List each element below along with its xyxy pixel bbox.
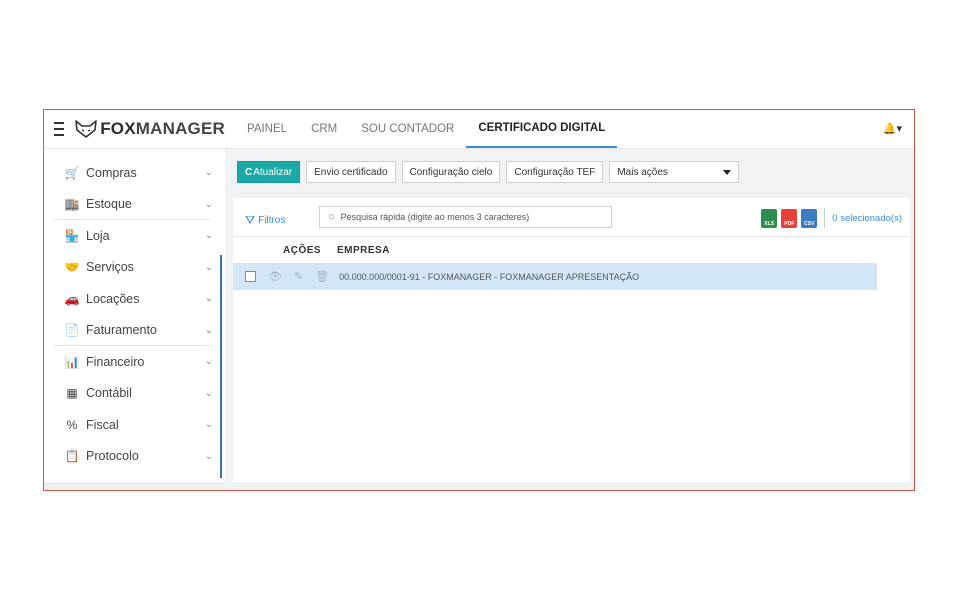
edit-icon[interactable]: ✎	[294, 270, 303, 283]
export-pdf-icon[interactable]: PDF	[781, 208, 798, 228]
column-header-actions[interactable]: AÇÕES	[283, 245, 321, 256]
sidebar-item-label: Contábil	[86, 386, 132, 401]
sidebar-item-locacoes[interactable]: 🚗 Locações ⌄	[44, 283, 225, 315]
fox-logo-icon	[75, 120, 98, 138]
sidebar-item-label: Fiscal	[86, 417, 119, 432]
tab-certificado-digital[interactable]: CERTIFICADO DIGITAL	[466, 110, 618, 148]
cart-icon: 🛒	[64, 165, 80, 180]
trash-icon[interactable]: 🗑	[315, 270, 329, 283]
notifications-bell-icon[interactable]: 🔔▾	[883, 122, 902, 135]
sidebar-item-compras[interactable]: 🛒 Compras ⌄	[44, 157, 225, 189]
store-icon: 🏪	[64, 228, 80, 243]
top-navigation: PAINEL CRM SOU CONTADOR CERTIFICADO DIGI…	[225, 110, 914, 149]
search-icon: ○	[328, 211, 335, 223]
more-actions-label: Mais ações	[617, 166, 668, 178]
sidebar-item-faturamento[interactable]: 📄 Faturamento ⌄	[44, 315, 225, 347]
filter-icon: ⛛	[245, 213, 256, 227]
toolbar: C Atualizar Envio certificado Configuraçã…	[237, 161, 740, 183]
sidebar-item-label: Faturamento	[86, 323, 157, 338]
cielo-config-button[interactable]: Configuração cielo	[401, 161, 501, 183]
list-card: ⛛ Filtros ○ Pesquisa rápida (digite ao men…	[233, 198, 910, 482]
refresh-label: Atualizar	[253, 166, 293, 178]
chevron-down-icon: ⌄	[204, 198, 213, 210]
sidebar-scrollbar[interactable]	[220, 255, 222, 478]
send-certificate-button[interactable]: Envio certificado	[306, 161, 396, 183]
sidebar-item-label: Serviços	[86, 260, 134, 275]
search-placeholder: Pesquisa rápida (digite ao menos 3 carac…	[340, 212, 530, 222]
warehouse-icon: 🏬	[64, 197, 80, 212]
chevron-down-icon: ⌄	[204, 261, 213, 273]
sidebar-menu: 🛒 Compras ⌄ 🏬 Estoque ⌄ 🏪 Loja ⌄ 🤝 Serviços ⌄ 🚗 L…	[44, 149, 225, 472]
export-csv-icon[interactable]: CSV	[801, 208, 818, 228]
chevron-down-icon: ⌄	[204, 387, 213, 399]
logo-text-fox: FOX	[100, 119, 136, 138]
sidebar-footer-bar	[44, 483, 225, 490]
filters-button[interactable]: ⛛ Filtros	[245, 213, 285, 228]
row-checkbox[interactable]	[245, 271, 256, 282]
sidebar-item-contabil[interactable]: ▦ Contábil ⌄	[44, 378, 225, 410]
view-eye-icon[interactable]: 👁	[268, 270, 282, 283]
sidebar-item-label: Financeiro	[86, 354, 145, 369]
sidebar-item-label: Estoque	[86, 197, 132, 212]
sidebar-item-label: Loja	[86, 228, 110, 243]
chevron-down-icon: ⌄	[204, 419, 213, 431]
chevron-down-icon: ⌄	[204, 450, 213, 462]
more-actions-select[interactable]: Mais ações	[609, 161, 740, 183]
app-window: FOX MANAGER 🛒 Compras ⌄ 🏬 Estoque ⌄ 🏪 Loja ⌄ 🤝 S…	[43, 109, 915, 491]
percent-icon: %	[66, 417, 78, 432]
sidebar-item-estoque[interactable]: 🏬 Estoque ⌄	[44, 189, 225, 221]
handshake-icon: 🤝	[64, 260, 80, 275]
caret-down-icon	[723, 169, 732, 175]
export-toolbar: XLS PDF CSV 0 selecionado(s)	[761, 208, 902, 228]
sidebar-item-financeiro[interactable]: 📊 Financeiro ⌄	[44, 346, 225, 378]
sidebar-item-label: Locações	[86, 291, 140, 306]
sidebar: FOX MANAGER 🛒 Compras ⌄ 🏬 Estoque ⌄ 🏪 Loja ⌄ 🤝 S…	[44, 110, 225, 490]
tab-crm[interactable]: CRM	[299, 110, 349, 148]
tab-sou-contador[interactable]: SOU CONTADOR	[349, 110, 466, 148]
sidebar-item-label: Protocolo	[86, 449, 139, 464]
sidebar-item-servicos[interactable]: 🤝 Serviços ⌄	[44, 252, 225, 284]
finance-chart-icon: 📊	[64, 354, 80, 369]
filters-label: Filtros	[258, 215, 286, 226]
refresh-button[interactable]: C Atualizar	[237, 161, 301, 183]
sidebar-item-label: Compras	[86, 165, 137, 180]
divider	[824, 208, 826, 228]
tef-config-button[interactable]: Configuração TEF	[506, 161, 604, 183]
chevron-down-icon: ⌄	[204, 167, 213, 179]
brand-bar: FOX MANAGER	[44, 110, 225, 149]
row-company: 00.000.000/0001-91 - FOXMANAGER - FOXMAN…	[339, 271, 640, 282]
sidebar-item-fiscal[interactable]: % Fiscal ⌄	[44, 409, 225, 441]
chevron-down-icon: ⌄	[204, 293, 213, 305]
sidebar-item-loja[interactable]: 🏪 Loja ⌄	[44, 220, 225, 252]
table-header: AÇÕES EMPRESA	[233, 237, 910, 263]
column-header-company[interactable]: EMPRESA	[337, 245, 390, 256]
rental-icon: 🚗	[64, 291, 80, 306]
table-row[interactable]: 👁 ✎ 🗑 00.000.000/0001-91 - FOXMANAGER - …	[233, 263, 877, 290]
accounting-icon: ▦	[66, 386, 78, 401]
chevron-down-icon: ⌄	[204, 230, 213, 242]
hamburger-menu-icon[interactable]	[54, 122, 65, 136]
selected-count[interactable]: 0 selecionado(s)	[832, 213, 902, 224]
export-xls-icon[interactable]: XLS	[761, 208, 778, 228]
sidebar-item-protocolo[interactable]: 📋 Protocolo ⌄	[44, 441, 225, 473]
refresh-icon: C	[245, 166, 253, 178]
search-input[interactable]: ○ Pesquisa rápida (digite ao menos 3 cara…	[319, 206, 612, 228]
invoice-icon: 📄	[64, 323, 80, 338]
tab-painel[interactable]: PAINEL	[235, 110, 299, 148]
chevron-down-icon: ⌄	[204, 324, 213, 336]
protocol-icon: 📋	[64, 449, 80, 464]
app-logo[interactable]: FOX MANAGER	[74, 119, 225, 139]
logo-text-manager: MANAGER	[135, 119, 225, 138]
main-content: PAINEL CRM SOU CONTADOR CERTIFICADO DIGI…	[225, 110, 914, 490]
chevron-down-icon: ⌄	[204, 356, 213, 368]
